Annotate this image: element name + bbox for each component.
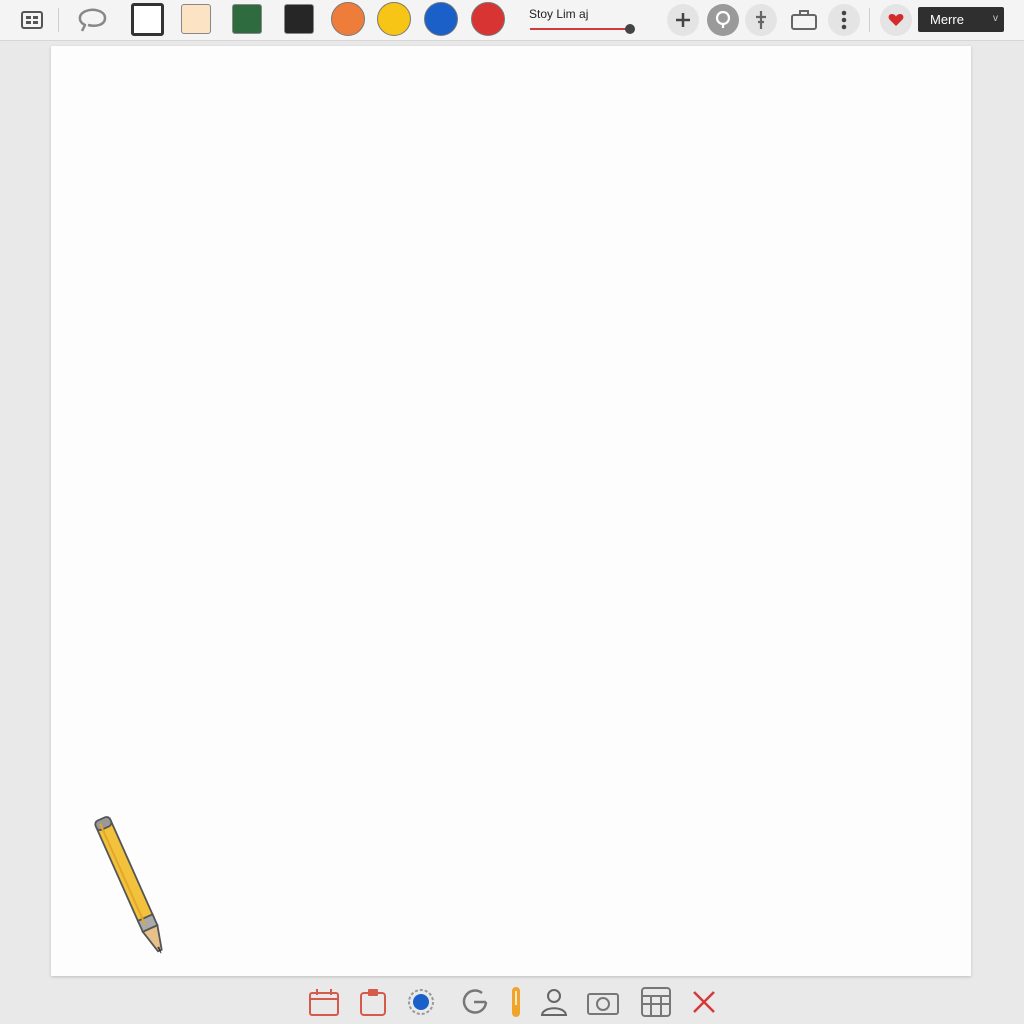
swatch-orange[interactable] xyxy=(331,2,365,36)
brush-slider-label: Stoy Lim aj xyxy=(529,7,589,21)
bottom-toolbar xyxy=(0,982,1024,1024)
clipboard-icon[interactable] xyxy=(355,984,391,1020)
close-icon[interactable] xyxy=(686,984,722,1020)
swatch-red[interactable] xyxy=(471,2,505,36)
top-toolbar: Stoy Lim aj Merre v xyxy=(0,0,1024,41)
menu-dropdown[interactable]: Merre v xyxy=(918,7,1004,32)
record-icon[interactable] xyxy=(403,984,439,1020)
grid-table-icon[interactable] xyxy=(638,984,674,1020)
calendar-icon[interactable] xyxy=(306,984,342,1020)
menu-dropdown-value: Merre xyxy=(930,12,964,27)
camera-icon[interactable] xyxy=(585,984,621,1020)
heart-icon[interactable] xyxy=(880,4,912,36)
toolbar-divider xyxy=(869,8,870,32)
slider-knob[interactable] xyxy=(624,24,635,34)
swatch-black[interactable] xyxy=(284,4,314,34)
chevron-down-icon: v xyxy=(993,13,998,24)
lasso-icon[interactable] xyxy=(74,4,110,36)
user-icon[interactable] xyxy=(536,984,572,1020)
more-vertical-icon[interactable] xyxy=(828,4,860,36)
swatch-green[interactable] xyxy=(232,4,262,34)
briefcase-icon[interactable] xyxy=(788,4,820,36)
swatch-cream[interactable] xyxy=(181,4,211,34)
grid-icon[interactable] xyxy=(16,4,48,36)
swatch-blue[interactable] xyxy=(424,2,458,36)
brush-size-slider[interactable]: Stoy Lim aj xyxy=(525,4,640,36)
marker-icon[interactable] xyxy=(498,984,534,1020)
swatch-white[interactable] xyxy=(131,3,164,36)
slider-track[interactable] xyxy=(530,24,635,34)
slider-fill xyxy=(530,28,630,30)
pencil-icon[interactable] xyxy=(92,808,172,968)
toolbar-divider xyxy=(58,8,59,32)
swatch-yellow[interactable] xyxy=(377,2,411,36)
pin-icon[interactable] xyxy=(745,4,777,36)
lightbulb-icon[interactable] xyxy=(707,4,739,36)
plus-icon[interactable] xyxy=(667,4,699,36)
redo-icon[interactable] xyxy=(457,984,493,1020)
drawing-canvas[interactable] xyxy=(51,46,971,976)
